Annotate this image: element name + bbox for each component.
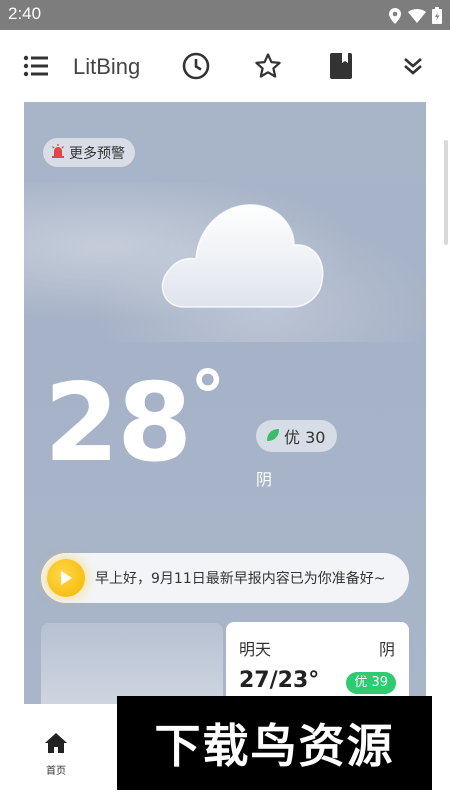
forecast-aqi-badge: 优 39 [346, 672, 396, 694]
bookmark-icon[interactable] [325, 50, 357, 82]
degree-symbol: ° [190, 356, 225, 438]
battery-icon [432, 7, 442, 28]
cloud-icon [154, 197, 326, 319]
scrollbar[interactable] [444, 140, 448, 245]
location-icon [388, 7, 402, 28]
wifi-icon [408, 8, 426, 27]
toolbar: LitBing [0, 30, 450, 102]
alarm-icon [51, 143, 65, 162]
more-alerts-label: 更多预警 [69, 145, 125, 162]
forecast-day: 明天 [239, 640, 272, 659]
history-clock-icon[interactable] [180, 50, 212, 82]
status-icons [388, 7, 442, 28]
nav-home-label: 首页 [46, 766, 66, 777]
forecast-temp-range: 27/23° [239, 668, 320, 693]
aqi-label: 优 30 [284, 428, 326, 447]
current-temperature: 28° [44, 362, 225, 478]
temperature-value: 28 [44, 361, 192, 486]
watermark-overlay: 下载鸟资源 [117, 696, 432, 790]
weather-card[interactable]: 更多预警 28° 优 30 阴 早上好，9月11日最新早报内容已为你准备好~ 明… [24, 102, 426, 704]
play-icon[interactable] [47, 559, 85, 597]
weather-condition: 阴 [256, 470, 273, 489]
morning-news-text: 早上好，9月11日最新早报内容已为你准备好~ [95, 571, 386, 587]
morning-news-bar[interactable]: 早上好，9月11日最新早报内容已为你准备好~ [41, 553, 409, 603]
leaf-icon [266, 427, 280, 446]
forecast-condition: 阴 [378, 640, 395, 659]
chevron-double-down-icon[interactable] [397, 50, 429, 82]
aqi-badge[interactable]: 优 30 [256, 420, 338, 452]
menu-icon[interactable] [20, 50, 52, 82]
more-alerts-button[interactable]: 更多预警 [43, 138, 135, 167]
status-time: 2:40 [8, 4, 42, 23]
nav-home[interactable]: 首页 [36, 732, 76, 777]
today-card[interactable] [41, 623, 223, 704]
tomorrow-card[interactable]: 明天 阴 27/23° 优 39 [226, 622, 409, 704]
status-bar: 2:40 [0, 0, 450, 30]
home-icon [44, 732, 68, 758]
star-icon[interactable] [252, 50, 284, 82]
app-title: LitBing [73, 54, 141, 79]
